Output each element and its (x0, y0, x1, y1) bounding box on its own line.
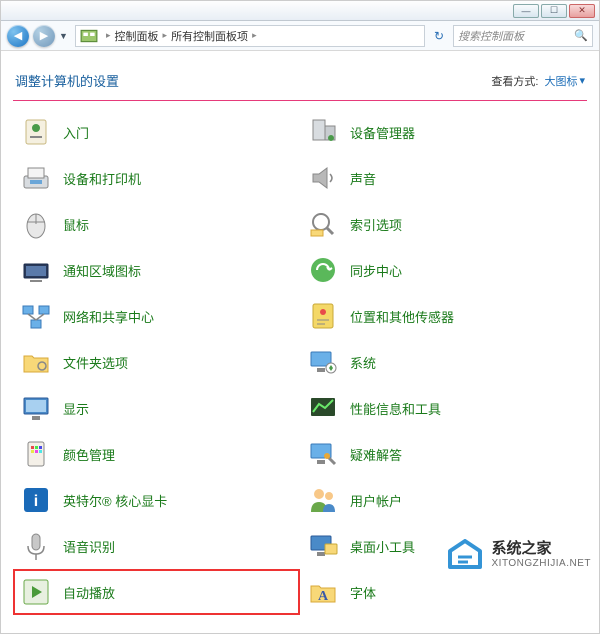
view-dropdown[interactable]: 大图标 ▾ (544, 73, 585, 89)
search-input[interactable]: 搜索控制面板 🔍 (453, 25, 593, 47)
item-label: 入门 (63, 123, 89, 142)
item-sound[interactable]: 声音 (300, 155, 587, 201)
forward-button[interactable]: ▶ (33, 25, 55, 47)
bc-sep-icon: ▸ (248, 30, 261, 41)
item-display[interactable]: 显示 (13, 385, 300, 431)
item-label: 显示 (63, 399, 89, 418)
watermark-logo-icon (444, 537, 486, 573)
search-placeholder: 搜索控制面板 (458, 28, 524, 44)
navigation-bar: ◀ ▶ ▼ ▸ 控制面板 ▸ 所有控制面板项 ▸ ↻ 搜索控制面板 🔍 (1, 21, 599, 51)
search-icon[interactable]: 🔍 (574, 29, 588, 42)
item-troubleshoot[interactable]: 疑难解答 (300, 431, 587, 477)
folder-options-icon (19, 345, 53, 379)
item-label: 性能信息和工具 (350, 399, 441, 418)
item-label: 位置和其他传感器 (350, 307, 454, 326)
fonts-icon: A (306, 575, 340, 609)
minimize-button[interactable]: — (513, 4, 539, 18)
notification-icons-icon (19, 253, 53, 287)
item-label: 语音识别 (63, 537, 115, 556)
item-label: 颜色管理 (63, 445, 115, 464)
troubleshoot-icon (306, 437, 340, 471)
item-color-mgmt[interactable]: 颜色管理 (13, 431, 300, 477)
svg-text:i: i (34, 493, 38, 510)
speech-icon (19, 529, 53, 563)
item-network-sharing[interactable]: 网络和共享中心 (13, 293, 300, 339)
item-speech[interactable]: 语音识别 (13, 523, 300, 569)
watermark: 系统之家 XITONGZHIJIA.NET (444, 537, 592, 573)
history-dropdown[interactable]: ▼ (59, 31, 71, 41)
breadcrumb[interactable]: ▸ 控制面板 ▸ 所有控制面板项 ▸ (75, 25, 425, 47)
network-sharing-icon (19, 299, 53, 333)
item-label: 字体 (350, 583, 376, 602)
watermark-title: 系统之家 (492, 541, 592, 558)
item-autoplay[interactable]: 自动播放 (13, 569, 300, 615)
item-label: 网络和共享中心 (63, 307, 154, 326)
getting-started-icon (19, 115, 53, 149)
item-label: 自动播放 (63, 583, 115, 602)
item-label: 疑难解答 (350, 445, 402, 464)
view-label: 查看方式: (491, 73, 538, 89)
column-left: 入门设备和打印机鼠标通知区域图标网络和共享中心文件夹选项显示颜色管理 i 英特尔® … (13, 109, 300, 615)
chevron-down-icon: ▾ (579, 74, 585, 87)
intel-graphics-icon: i (19, 483, 53, 517)
device-manager-icon (306, 115, 340, 149)
gadgets-icon (306, 529, 340, 563)
sound-icon (306, 161, 340, 195)
svg-text:A: A (318, 589, 329, 604)
watermark-url: XITONGZHIJIA.NET (492, 558, 592, 569)
item-label: 索引选项 (350, 215, 402, 234)
system-icon (306, 345, 340, 379)
item-fonts[interactable]: A 字体 (300, 569, 587, 615)
item-label: 通知区域图标 (63, 261, 141, 280)
indexing-icon (306, 207, 340, 241)
back-button[interactable]: ◀ (7, 25, 29, 47)
item-label: 桌面小工具 (350, 537, 415, 556)
item-label: 鼠标 (63, 215, 89, 234)
bc-sep-icon: ▸ (159, 30, 172, 41)
item-mouse[interactable]: 鼠标 (13, 201, 300, 247)
window-titlebar: — ☐ ✕ (1, 1, 599, 21)
item-devices-printers[interactable]: 设备和打印机 (13, 155, 300, 201)
item-intel-graphics[interactable]: i 英特尔® 核心显卡 (13, 477, 300, 523)
item-performance[interactable]: 性能信息和工具 (300, 385, 587, 431)
bc-control-panel[interactable]: 控制面板 (115, 28, 159, 44)
item-user-accounts[interactable]: 用户帐户 (300, 477, 587, 523)
item-device-manager[interactable]: 设备管理器 (300, 109, 587, 155)
item-location-sensors[interactable]: 位置和其他传感器 (300, 293, 587, 339)
item-label: 声音 (350, 169, 376, 188)
item-sync-center[interactable]: 同步中心 (300, 247, 587, 293)
header-divider (13, 100, 587, 101)
control-panel-icon (80, 27, 98, 45)
item-label: 英特尔® 核心显卡 (63, 491, 167, 510)
autoplay-icon (19, 575, 53, 609)
bc-sep-icon: ▸ (102, 30, 115, 41)
mouse-icon (19, 207, 53, 241)
item-label: 文件夹选项 (63, 353, 128, 372)
user-accounts-icon (306, 483, 340, 517)
item-getting-started[interactable]: 入门 (13, 109, 300, 155)
item-system[interactable]: 系统 (300, 339, 587, 385)
location-sensors-icon (306, 299, 340, 333)
refresh-button[interactable]: ↻ (429, 26, 449, 46)
page-header: 调整计算机的设置 查看方式: 大图标 ▾ (1, 51, 599, 96)
performance-icon (306, 391, 340, 425)
sync-center-icon (306, 253, 340, 287)
item-notification-icons[interactable]: 通知区域图标 (13, 247, 300, 293)
item-indexing[interactable]: 索引选项 (300, 201, 587, 247)
close-button[interactable]: ✕ (569, 4, 595, 18)
display-icon (19, 391, 53, 425)
item-folder-options[interactable]: 文件夹选项 (13, 339, 300, 385)
item-label: 系统 (350, 353, 376, 372)
devices-printers-icon (19, 161, 53, 195)
bc-all-items[interactable]: 所有控制面板项 (171, 28, 248, 44)
maximize-button[interactable]: ☐ (541, 4, 567, 18)
item-label: 同步中心 (350, 261, 402, 280)
page-title: 调整计算机的设置 (15, 71, 119, 90)
item-label: 设备管理器 (350, 123, 415, 142)
item-label: 用户帐户 (350, 491, 402, 510)
item-label: 设备和打印机 (63, 169, 141, 188)
color-mgmt-icon (19, 437, 53, 471)
